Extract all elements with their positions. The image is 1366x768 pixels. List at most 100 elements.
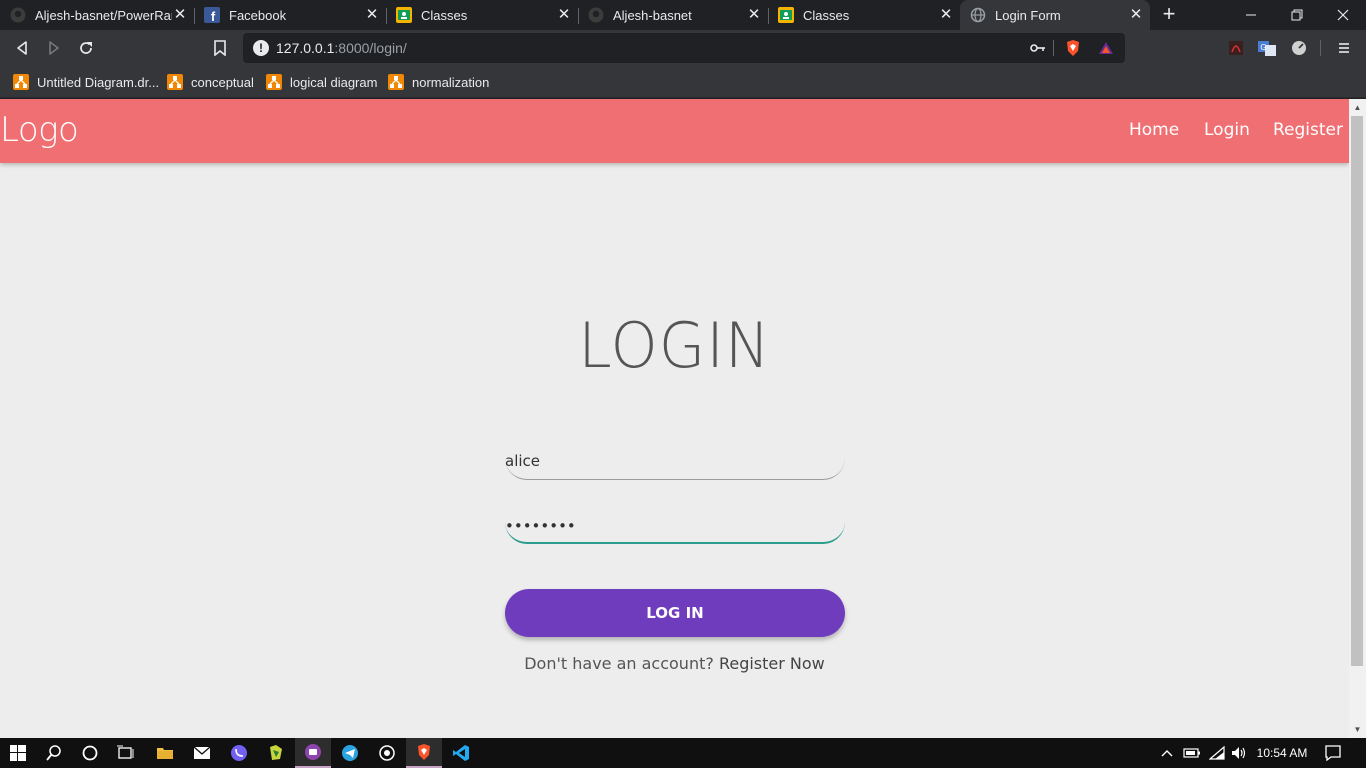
toolbar-divider bbox=[1320, 40, 1321, 56]
password-value: •••••••• bbox=[505, 517, 576, 535]
drawio-icon bbox=[167, 74, 183, 90]
drawio-icon bbox=[13, 74, 29, 90]
bookmark-label: normalization bbox=[412, 74, 490, 90]
cortana-icon[interactable] bbox=[72, 738, 108, 768]
close-icon[interactable]: ✕ bbox=[746, 7, 762, 23]
browser-toolbar: ! 127.0.0.1:8000/login/ G bbox=[0, 30, 1366, 66]
app-puzzle-icon[interactable] bbox=[258, 738, 294, 768]
viber-icon[interactable] bbox=[221, 738, 257, 768]
site-logo[interactable]: Logo bbox=[0, 110, 79, 150]
bookmark-icon[interactable] bbox=[208, 36, 232, 60]
battery-icon[interactable] bbox=[1182, 738, 1202, 768]
tray-chevron-up-icon[interactable] bbox=[1158, 738, 1176, 768]
drawio-icon bbox=[388, 74, 404, 90]
site-navbar: Logo Home Login Register bbox=[0, 99, 1349, 163]
restore-button[interactable] bbox=[1274, 0, 1320, 30]
camera-app-icon[interactable] bbox=[369, 738, 405, 768]
bookmark-label: logical diagram bbox=[290, 74, 378, 90]
translate-extension-icon[interactable]: G bbox=[1255, 36, 1279, 60]
nav-login-link[interactable]: Login bbox=[1204, 120, 1250, 140]
github-icon bbox=[588, 7, 604, 23]
action-center-icon[interactable] bbox=[1322, 738, 1344, 768]
register-now-link[interactable]: Register Now bbox=[719, 654, 825, 673]
new-tab-button[interactable]: + bbox=[1158, 3, 1180, 26]
scroll-up-arrow[interactable]: ▲ bbox=[1349, 99, 1366, 116]
nav-register-link[interactable]: Register bbox=[1273, 120, 1343, 140]
url-text[interactable]: 127.0.0.1:8000/login/ bbox=[276, 40, 407, 56]
bookmark-untitled-diagram[interactable]: Untitled Diagram.dr... bbox=[13, 72, 159, 92]
page-scrollbar[interactable]: ▲ ▼ bbox=[1349, 99, 1366, 738]
tab-github-powerrang[interactable]: Aljesh-basnet/PowerRang ✕ bbox=[0, 0, 194, 30]
brave-browser-icon[interactable] bbox=[406, 738, 442, 768]
minimize-button[interactable] bbox=[1228, 0, 1274, 30]
classroom-icon bbox=[778, 7, 794, 23]
username-underline bbox=[505, 444, 845, 480]
wifi-icon[interactable] bbox=[1207, 738, 1227, 768]
key-icon[interactable] bbox=[1028, 38, 1048, 58]
info-icon[interactable]: ! bbox=[253, 40, 269, 56]
back-button[interactable] bbox=[10, 36, 34, 60]
omnibox-divider bbox=[1053, 40, 1054, 56]
close-window-button[interactable] bbox=[1320, 0, 1366, 30]
tab-title: Aljesh-basnet bbox=[613, 7, 692, 23]
password-field[interactable]: •••••••• bbox=[505, 508, 845, 544]
svg-text:f: f bbox=[211, 9, 216, 23]
github-icon bbox=[10, 7, 26, 23]
gauge-extension-icon[interactable] bbox=[1287, 36, 1311, 60]
volume-icon[interactable] bbox=[1229, 738, 1249, 768]
register-prompt-line: Don't have an account? Register Now bbox=[0, 654, 1349, 673]
clock[interactable]: 10:54 AM bbox=[1254, 738, 1310, 768]
scroll-thumb[interactable] bbox=[1351, 116, 1363, 666]
url-host: 127.0.0.1 bbox=[276, 40, 335, 56]
task-view-icon[interactable] bbox=[108, 738, 144, 768]
username-value: alice bbox=[505, 452, 541, 470]
menu-icon[interactable] bbox=[1332, 36, 1356, 60]
vscode-icon[interactable] bbox=[443, 738, 479, 768]
tab-login-form[interactable]: Login Form ✕ bbox=[960, 0, 1150, 30]
forward-button[interactable] bbox=[42, 36, 66, 60]
nav-home-link[interactable]: Home bbox=[1129, 120, 1179, 140]
login-button[interactable]: LOG IN bbox=[505, 589, 845, 637]
brave-rewards-icon[interactable] bbox=[1096, 38, 1116, 58]
svg-text:G: G bbox=[1260, 43, 1266, 52]
page-viewport: Logo Home Login Register LOGIN alice •••… bbox=[0, 99, 1349, 738]
tab-title: Classes bbox=[421, 7, 468, 23]
globe-icon bbox=[970, 7, 986, 23]
tab-classes-2[interactable]: Classes ✕ bbox=[768, 0, 960, 30]
bookmark-conceptual[interactable]: conceptual bbox=[167, 72, 254, 92]
tab-title: Facebook bbox=[229, 7, 287, 23]
close-icon[interactable]: ✕ bbox=[1128, 7, 1144, 23]
tab-github-aljesh[interactable]: Aljesh-basnet ✕ bbox=[578, 0, 768, 30]
brave-shields-icon[interactable] bbox=[1063, 38, 1083, 58]
scroll-down-arrow[interactable]: ▼ bbox=[1349, 721, 1366, 738]
windows-taskbar: 10:54 AM bbox=[0, 738, 1366, 768]
tab-strip: Aljesh-basnet/PowerRang ✕ f Facebook ✕ C… bbox=[0, 0, 1366, 30]
close-icon[interactable]: ✕ bbox=[364, 7, 380, 23]
close-icon[interactable]: ✕ bbox=[172, 7, 188, 23]
bookmark-label: Untitled Diagram.dr... bbox=[37, 74, 160, 90]
username-field[interactable]: alice bbox=[505, 444, 845, 480]
address-bar[interactable]: ! 127.0.0.1:8000/login/ bbox=[243, 33, 1125, 63]
tab-title: Login Form bbox=[995, 7, 1061, 23]
url-path: :8000/login/ bbox=[334, 40, 407, 56]
close-icon[interactable]: ✕ bbox=[938, 7, 954, 23]
tab-title: Aljesh-basnet/PowerRang bbox=[35, 7, 172, 23]
mail-icon[interactable] bbox=[184, 738, 220, 768]
close-icon[interactable]: ✕ bbox=[556, 7, 572, 23]
bookmark-logical-diagram[interactable]: logical diagram bbox=[266, 72, 377, 92]
pdf-extension-icon[interactable] bbox=[1224, 36, 1248, 60]
classroom-icon bbox=[396, 7, 412, 23]
windows-start-icon[interactable] bbox=[0, 738, 36, 768]
tab-title: Classes bbox=[803, 7, 850, 23]
app-purple-icon[interactable] bbox=[295, 738, 331, 768]
telegram-icon[interactable] bbox=[332, 738, 368, 768]
file-explorer-icon[interactable] bbox=[147, 738, 183, 768]
reload-button[interactable] bbox=[74, 36, 98, 60]
bookmark-label: conceptual bbox=[191, 74, 254, 90]
page-title: LOGIN bbox=[578, 309, 771, 383]
search-icon[interactable] bbox=[36, 738, 72, 768]
tab-classes-1[interactable]: Classes ✕ bbox=[386, 0, 578, 30]
facebook-icon: f bbox=[204, 7, 220, 23]
bookmark-normalization[interactable]: normalization bbox=[388, 72, 489, 92]
tab-facebook[interactable]: f Facebook ✕ bbox=[194, 0, 386, 30]
